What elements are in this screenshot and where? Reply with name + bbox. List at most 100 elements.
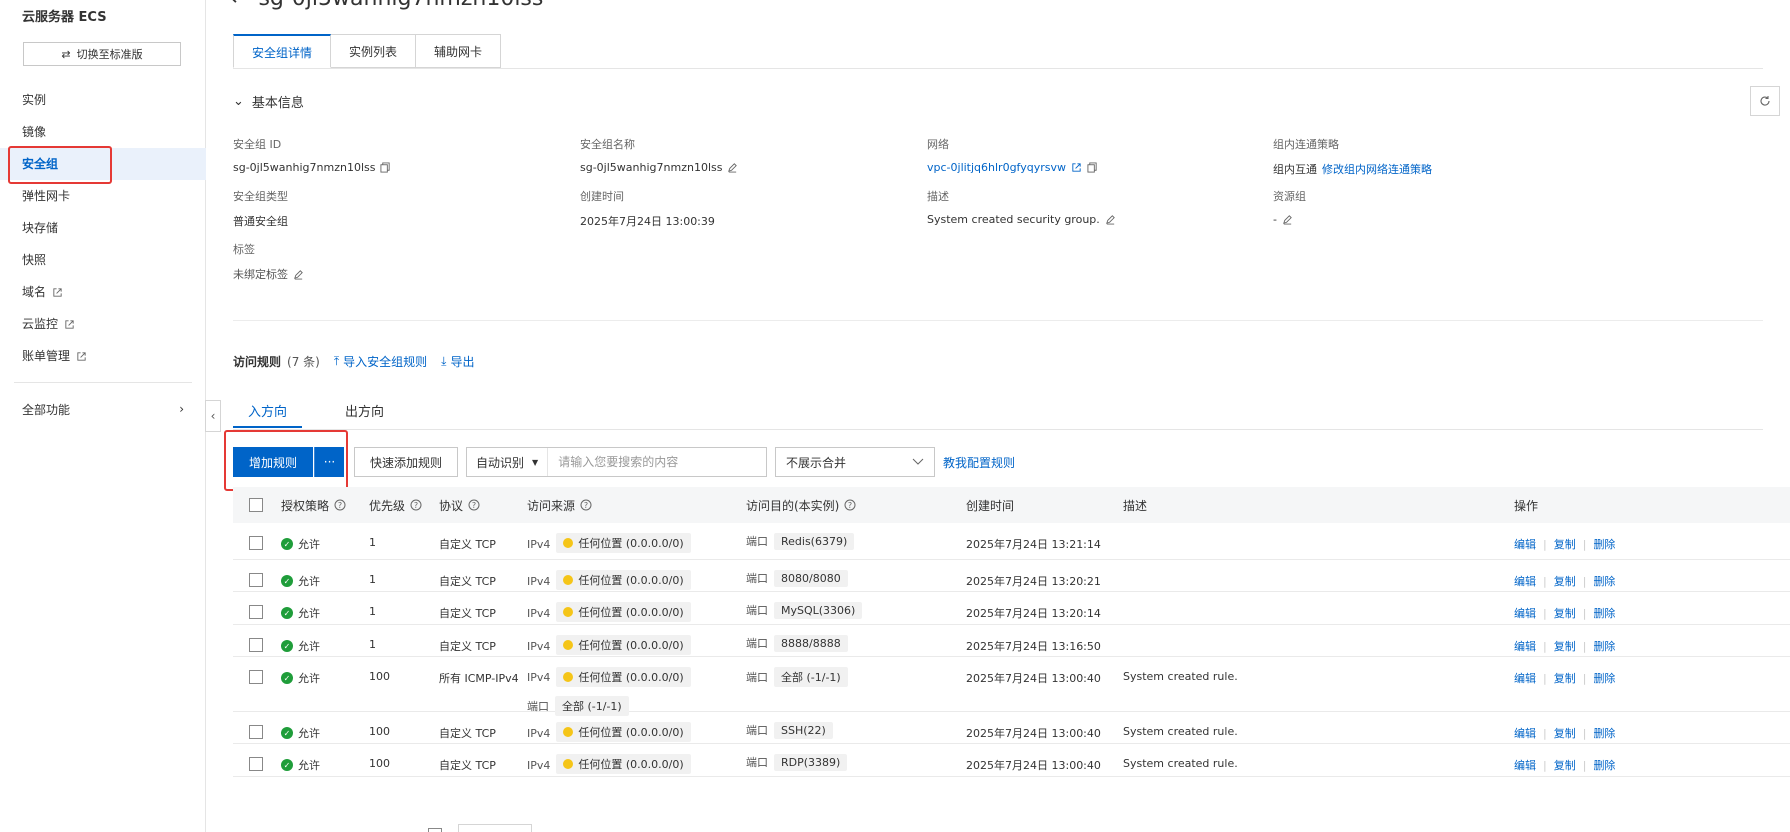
help-icon[interactable]: ? xyxy=(580,499,592,511)
sidebar-item-snapshots[interactable]: 快照 xyxy=(0,244,206,276)
bottom-checkbox[interactable] xyxy=(428,828,442,832)
row-checkbox[interactable] xyxy=(249,757,263,771)
edit-link[interactable]: 编辑 xyxy=(1514,725,1536,741)
edit-icon[interactable] xyxy=(727,162,738,173)
field-label: 组内连通策略 xyxy=(1273,138,1339,151)
delete-link[interactable]: 删除 xyxy=(1593,725,1615,741)
batch-action-button[interactable] xyxy=(458,824,532,832)
field-value: 普通安全组 xyxy=(233,215,288,228)
copy-icon[interactable] xyxy=(1087,162,1098,173)
copy-link[interactable]: 复制 xyxy=(1554,638,1576,654)
rule-help-link[interactable]: 教我配置规则 xyxy=(943,454,1015,471)
dest-prefix: 端口 xyxy=(746,756,768,769)
sidebar-item-billing[interactable]: 账单管理 xyxy=(0,340,206,372)
rules-toolbar: 增加规则 ··· 快速添加规则 自动识别 ▼ 不展示合并 教我配置规则 xyxy=(224,430,1015,491)
delete-link[interactable]: 删除 xyxy=(1593,638,1615,654)
copy-icon[interactable] xyxy=(380,162,391,173)
edit-icon[interactable] xyxy=(1282,214,1293,225)
delete-link[interactable]: 删除 xyxy=(1593,605,1615,621)
merge-display-select[interactable]: 不展示合并 xyxy=(775,447,936,477)
search-type-select[interactable]: 自动识别 ▼ xyxy=(467,448,549,476)
row-checkbox[interactable] xyxy=(249,638,263,652)
row-checkbox[interactable] xyxy=(249,573,263,587)
row-checkbox[interactable] xyxy=(249,670,263,684)
help-icon[interactable]: ? xyxy=(468,499,480,511)
quick-add-rule-button[interactable]: 快速添加规则 xyxy=(354,447,459,477)
field-value: System created security group. xyxy=(927,213,1100,226)
tab-inbound[interactable]: 入方向 xyxy=(233,398,303,428)
protocol-value: 自定义 TCP xyxy=(439,759,496,772)
check-circle-icon: ✓ xyxy=(281,759,293,771)
tab-secondary-eni[interactable]: 辅助网卡 xyxy=(416,34,502,68)
select-all-checkbox[interactable] xyxy=(249,498,263,512)
protocol-value: 自定义 TCP xyxy=(439,640,496,653)
row-checkbox[interactable] xyxy=(249,536,263,550)
sidebar-item-all-features[interactable]: 全部功能 › xyxy=(0,393,206,425)
sidebar-item-instances[interactable]: 实例 xyxy=(0,84,206,116)
search-input[interactable] xyxy=(548,448,749,476)
help-icon[interactable]: ? xyxy=(410,499,422,511)
policy-value: 允许 xyxy=(298,640,320,653)
delete-link[interactable]: 删除 xyxy=(1593,757,1615,773)
sidebar-item-security-groups[interactable]: 安全组 xyxy=(0,146,206,184)
edit-link[interactable]: 编辑 xyxy=(1514,638,1536,654)
external-link-icon[interactable] xyxy=(1071,162,1082,173)
sidebar-item-block-storage[interactable]: 块存储 xyxy=(0,212,206,244)
sidebar-item-label: 账单管理 xyxy=(22,349,71,363)
tab-outbound[interactable]: 出方向 xyxy=(330,398,399,428)
switch-standard-button[interactable]: ⇄ 切换至标准版 xyxy=(23,42,181,66)
back-arrow-icon[interactable]: ← xyxy=(230,0,248,11)
description xyxy=(1123,560,1514,573)
tab-sg-details[interactable]: 安全组详情 xyxy=(233,34,332,68)
export-link[interactable]: ⤓ 导出 xyxy=(441,353,474,370)
policy-value: 允许 xyxy=(298,759,320,772)
copy-link[interactable]: 复制 xyxy=(1554,757,1576,773)
dest-value: Redis(6379) xyxy=(774,533,855,550)
sidebar-item-eni[interactable]: 弹性网卡 xyxy=(0,180,206,212)
swap-icon: ⇄ xyxy=(61,47,71,61)
tab-instance-list[interactable]: 实例列表 xyxy=(331,34,417,68)
basic-info-toggle[interactable]: ⌄ 基本信息 xyxy=(233,92,304,111)
copy-link[interactable]: 复制 xyxy=(1554,670,1576,686)
sidebar-item-cloud-monitor[interactable]: 云监控 xyxy=(0,308,206,340)
edit-link[interactable]: 编辑 xyxy=(1514,670,1536,686)
help-icon[interactable]: ? xyxy=(334,499,346,511)
edit-link[interactable]: 编辑 xyxy=(1514,605,1536,621)
priority-value: 1 xyxy=(369,638,376,651)
help-icon[interactable]: ? xyxy=(844,499,856,511)
delete-link[interactable]: 删除 xyxy=(1593,573,1615,589)
column-header: 创建时间 xyxy=(966,498,1015,513)
row-checkbox[interactable] xyxy=(249,725,263,739)
source-tag: 任何位置 (0.0.0.0/0) xyxy=(556,533,691,553)
delete-link[interactable]: 删除 xyxy=(1593,670,1615,686)
ip-family: IPv4 xyxy=(527,670,551,684)
source-tag: 任何位置 (0.0.0.0/0) xyxy=(556,667,691,687)
page-title: sg-0jl5wanhig7nmzn10lss xyxy=(258,0,543,11)
separator: | xyxy=(1543,639,1547,653)
sidebar-item-images[interactable]: 镜像 xyxy=(0,116,206,148)
copy-link[interactable]: 复制 xyxy=(1554,573,1576,589)
svg-text:?: ? xyxy=(338,501,342,510)
import-rules-link[interactable]: ⤒ 导入安全组规则 xyxy=(334,353,427,370)
copy-link[interactable]: 复制 xyxy=(1554,536,1576,552)
edit-icon[interactable] xyxy=(1105,214,1116,225)
priority-value: 1 xyxy=(369,536,376,549)
check-circle-icon: ✓ xyxy=(281,672,293,684)
copy-link[interactable]: 复制 xyxy=(1554,605,1576,621)
edit-icon[interactable] xyxy=(293,269,304,280)
vpc-link[interactable]: vpc-0jlitjq6hlr0gfyqyrsvw xyxy=(927,161,1066,174)
edit-link[interactable]: 编辑 xyxy=(1514,573,1536,589)
refresh-button[interactable] xyxy=(1750,86,1780,116)
source-value: 任何位置 (0.0.0.0/0) xyxy=(578,537,684,550)
copy-link[interactable]: 复制 xyxy=(1554,725,1576,741)
policy-value: 允许 xyxy=(298,672,320,685)
edit-link[interactable]: 编辑 xyxy=(1514,757,1536,773)
edit-link[interactable]: 编辑 xyxy=(1514,536,1536,552)
row-checkbox[interactable] xyxy=(249,605,263,619)
created-time: 2025年7月24日 13:00:40 xyxy=(966,759,1101,772)
refresh-icon xyxy=(1760,96,1770,106)
chevron-down-icon: ⌄ xyxy=(233,94,244,109)
sidebar-item-domains[interactable]: 域名 xyxy=(0,276,206,308)
modify-policy-link[interactable]: 修改组内网络连通策略 xyxy=(1322,161,1432,177)
delete-link[interactable]: 删除 xyxy=(1593,536,1615,552)
